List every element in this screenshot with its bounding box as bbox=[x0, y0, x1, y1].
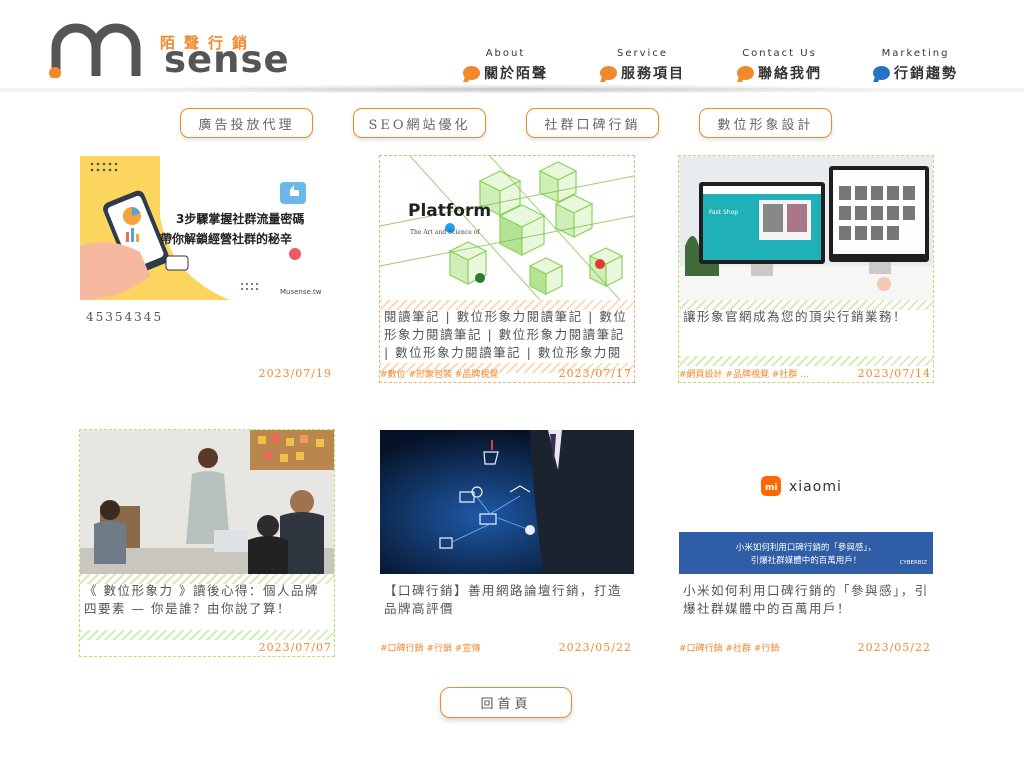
nav-marketing[interactable]: Marketing 行銷趨勢 bbox=[873, 48, 958, 83]
article-title[interactable]: 閱讀筆記 | 數位形象力閱讀筆記 | 數位形象力閱讀筆記 | 數位形象力閱讀筆記… bbox=[384, 308, 632, 364]
xiaomi-banner-line2: 引爆社群媒體中的百萬用戶！ bbox=[751, 555, 862, 566]
musense-logo[interactable]: 陌聲行銷 sense bbox=[46, 20, 289, 80]
article-tags: #數位 #形象包裝 #品牌視覺 bbox=[380, 370, 499, 380]
back-to-home-button[interactable]: 回首頁 bbox=[440, 687, 572, 718]
nav-contact-en: Contact Us bbox=[742, 48, 817, 59]
category-social[interactable]: 社群口碑行銷 bbox=[526, 108, 659, 138]
thumb-headline-1: 3步驟掌握社群流量密碼 bbox=[176, 211, 304, 226]
thumb-platform-side: The Art and Science of bbox=[410, 229, 480, 236]
nav-contact-row: 聯絡我們 bbox=[737, 63, 822, 83]
article-thumbnail: mi xiaomi 小米如何利用口碑行銷的「參與感」， 引爆社群媒體中的百萬用戶… bbox=[679, 430, 933, 574]
article-title[interactable]: 45354345 bbox=[86, 308, 334, 326]
logo-wordmark: sense bbox=[164, 38, 290, 81]
nav-about-row: 關於陌聲 bbox=[463, 63, 548, 83]
article-thumbnail: 3步驟掌握社群流量密碼 帶你解鎖經營社群的秘辛 Musense.tw bbox=[80, 156, 334, 300]
article-card[interactable]: 【口碑行銷】善用網路論壇行銷，打造品牌高評價 #口碑行銷 #行銷 #宣傳 202… bbox=[380, 430, 634, 656]
musense-m-logo-icon bbox=[49, 23, 141, 78]
site-header: 陌聲行銷 sense About 關於陌聲 Service 服務項目 Conta… bbox=[0, 0, 1024, 88]
office-meeting-photo bbox=[80, 430, 334, 574]
thumb-headline-2: 帶你解鎖經營社群的秘辛 bbox=[160, 231, 292, 246]
nav-about-label: 關於陌聲 bbox=[484, 66, 548, 82]
article-thumbnail bbox=[80, 430, 334, 574]
category-design[interactable]: 數位形象設計 bbox=[699, 108, 832, 138]
chat-bubble-blue-icon bbox=[873, 66, 890, 80]
platform-cubes-illustration: Platform The Art and Science of bbox=[380, 156, 634, 300]
xiaomi-banner-image: mi xiaomi 小米如何利用口碑行銷的「參與感」， 引爆社群媒體中的百萬用戶… bbox=[679, 430, 933, 574]
chat-bubble-orange-icon bbox=[463, 66, 480, 80]
article-tags: #口碑行銷 #行銷 #宣傳 bbox=[380, 644, 481, 654]
nav-marketing-en: Marketing bbox=[881, 48, 950, 59]
article-date: 2023/07/14 bbox=[857, 367, 931, 380]
nav-service[interactable]: Service 服務項目 bbox=[600, 48, 685, 83]
card-hatch-band bbox=[80, 630, 334, 640]
article-date: 2023/07/17 bbox=[558, 367, 632, 380]
website-monitors-photo: Fast Shop bbox=[679, 156, 933, 300]
article-card[interactable]: Platform The Art and Science of 閱讀筆記 | 數… bbox=[379, 155, 635, 383]
article-date: 2023/05/22 bbox=[558, 641, 632, 654]
card-hatch-band bbox=[679, 356, 933, 366]
article-thumbnail: Fast Shop bbox=[679, 156, 933, 300]
thumb-site: Musense.tw bbox=[280, 288, 322, 296]
article-card[interactable]: 3步驟掌握社群流量密碼 帶你解鎖經營社群的秘辛 Musense.tw 45354… bbox=[80, 156, 334, 382]
thumb-screen-title: Fast Shop bbox=[709, 209, 738, 216]
header-shadow bbox=[120, 84, 900, 94]
nav-service-label: 服務項目 bbox=[621, 66, 685, 82]
article-title[interactable]: 《 數位形象力 》讀後心得：個人品牌四要素 — 你是誰？由你說了算！ bbox=[84, 582, 332, 618]
article-thumbnail: Platform The Art and Science of bbox=[380, 156, 634, 300]
chat-bubble-orange-icon bbox=[600, 66, 617, 80]
xiaomi-mi-mark: mi bbox=[765, 483, 777, 493]
article-date: 2023/07/07 bbox=[258, 641, 332, 654]
article-card[interactable]: Fast Shop 讓形象官網成為您的頂尖行銷業務！ #網頁設計 #品牌視覺 #… bbox=[678, 155, 934, 383]
nav-service-row: 服務項目 bbox=[600, 63, 685, 83]
xiaomi-wordmark: xiaomi bbox=[789, 479, 842, 495]
nav-contact-label: 聯絡我們 bbox=[758, 66, 822, 82]
category-seo[interactable]: SEO網站優化 bbox=[353, 108, 486, 138]
article-card[interactable]: mi xiaomi 小米如何利用口碑行銷的「參與感」， 引爆社群媒體中的百萬用戶… bbox=[679, 430, 933, 656]
article-title[interactable]: 【口碑行銷】善用網路論壇行銷，打造品牌高評價 bbox=[384, 582, 632, 618]
article-date: 2023/05/22 bbox=[857, 641, 931, 654]
nav-about-en: About bbox=[485, 48, 526, 59]
article-title[interactable]: 小米如何利用口碑行銷的「參與感」，引爆社群媒體中的百萬用戶！ bbox=[683, 582, 931, 618]
nav-about[interactable]: About 關於陌聲 bbox=[463, 48, 548, 83]
nav-contact[interactable]: Contact Us 聯絡我們 bbox=[737, 48, 822, 83]
nav-marketing-label: 行銷趨勢 bbox=[894, 66, 958, 82]
social-traffic-illustration: 3步驟掌握社群流量密碼 帶你解鎖經營社群的秘辛 Musense.tw bbox=[80, 156, 334, 300]
article-tags: #網頁設計 #品牌視覺 #社群 ... bbox=[679, 370, 809, 380]
thumb-platform-word: Platform bbox=[408, 201, 491, 221]
online-forum-marketing-photo bbox=[380, 430, 634, 574]
xiaomi-banner-credit: CYBERBIZ bbox=[900, 560, 928, 566]
xiaomi-banner-line1: 小米如何利用口碑行銷的「參與感」， bbox=[736, 542, 876, 553]
article-title[interactable]: 讓形象官網成為您的頂尖行銷業務！ bbox=[683, 308, 931, 326]
chat-bubble-orange-icon bbox=[737, 66, 754, 80]
article-thumbnail bbox=[380, 430, 634, 574]
article-date: 2023/07/19 bbox=[258, 367, 332, 380]
nav-service-en: Service bbox=[617, 48, 668, 59]
article-card[interactable]: 《 數位形象力 》讀後心得：個人品牌四要素 — 你是誰？由你說了算！ 2023/… bbox=[79, 429, 335, 657]
article-tags: #口碑行銷 #社群 #行銷 bbox=[679, 644, 780, 654]
nav-marketing-row: 行銷趨勢 bbox=[873, 63, 958, 83]
category-ads[interactable]: 廣告投放代理 bbox=[180, 108, 313, 138]
